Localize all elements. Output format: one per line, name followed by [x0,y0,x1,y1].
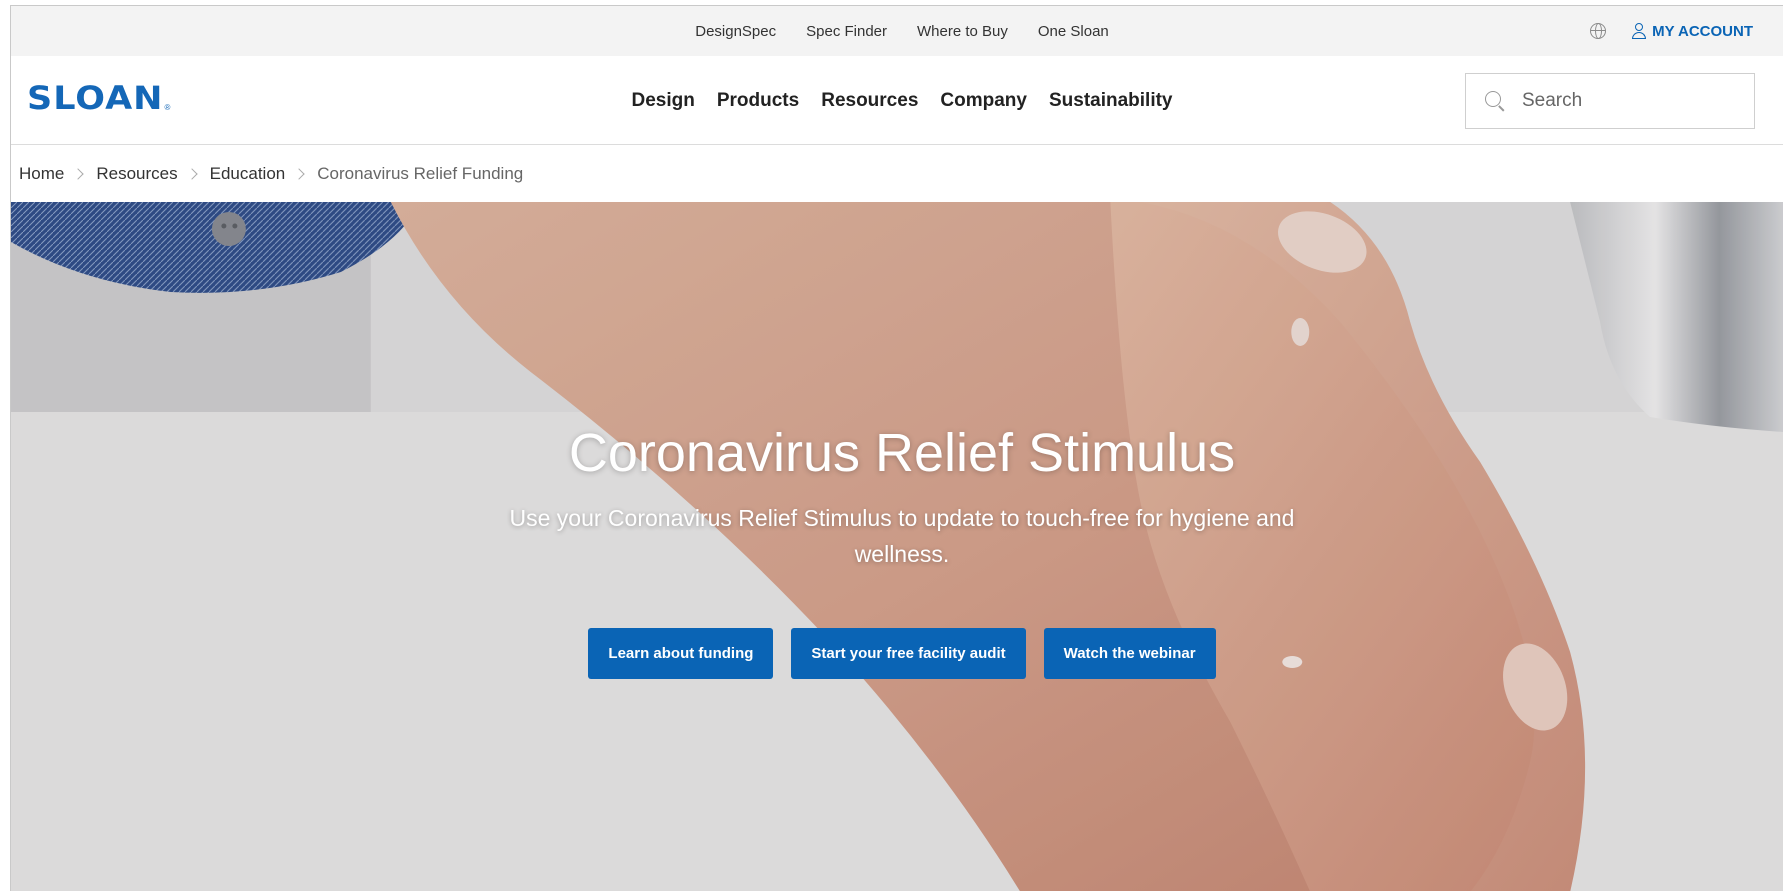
hero-button-group: Learn about funding Start your free faci… [11,628,1783,679]
breadcrumb-home[interactable]: Home [19,164,64,184]
search-icon[interactable] [1484,90,1506,112]
utility-link-spec-finder[interactable]: Spec Finder [806,23,887,40]
globe-icon[interactable] [1590,23,1607,39]
utility-bar: DesignSpec Spec Finder Where to Buy One … [11,6,1783,56]
nav-products[interactable]: Products [717,90,799,112]
logo-wordmark: SLOAN [27,80,164,118]
watch-webinar-button[interactable]: Watch the webinar [1043,628,1216,679]
hero-subtitle: Use your Coronavirus Relief Stimulus to … [509,505,1295,567]
breadcrumb-education[interactable]: Education [210,164,286,184]
utility-nav: DesignSpec Spec Finder Where to Buy One … [11,6,1783,56]
utility-actions: MY ACCOUNT [1590,6,1753,56]
learn-about-funding-button[interactable]: Learn about funding [588,628,774,679]
user-icon [1632,23,1647,39]
nav-resources[interactable]: Resources [821,90,918,112]
utility-link-where-to-buy[interactable]: Where to Buy [917,23,1008,40]
main-header: SLOAN ® Design Products Resources Compan… [11,56,1783,145]
chevron-right-icon [185,167,198,180]
chevron-right-icon [72,167,85,180]
chevron-right-icon [293,167,305,180]
nav-sustainability[interactable]: Sustainability [1049,90,1173,112]
breadcrumb-resources[interactable]: Resources [96,164,177,184]
nav-company[interactable]: Company [940,90,1027,112]
hero-title: Coronavirus Relief Stimulus [568,423,1236,483]
my-account-label: MY ACCOUNT [1652,22,1753,40]
browser-viewport: DesignSpec Spec Finder Where to Buy One … [10,5,1783,891]
hero-banner: Coronavirus Relief Stimulus Use your Cor… [11,202,1783,891]
nav-design[interactable]: Design [632,90,695,112]
start-facility-audit-button[interactable]: Start your free facility audit [791,628,1026,679]
sloan-logo[interactable]: SLOAN ® [27,80,171,118]
hero-content: Coronavirus Relief Stimulus Use your Cor… [11,422,1783,679]
breadcrumb-current: Coronavirus Relief Funding [317,163,524,183]
my-account-link[interactable]: MY ACCOUNT [1632,23,1753,40]
utility-link-designspec[interactable]: DesignSpec [695,23,776,40]
utility-link-one-sloan[interactable]: One Sloan [1038,23,1109,40]
breadcrumb: Home Resources Education Coronavirus Rel… [11,145,1783,202]
search-input[interactable] [1520,89,1720,113]
logo-registered-mark: ® [164,103,171,112]
search-box[interactable] [1465,73,1755,129]
